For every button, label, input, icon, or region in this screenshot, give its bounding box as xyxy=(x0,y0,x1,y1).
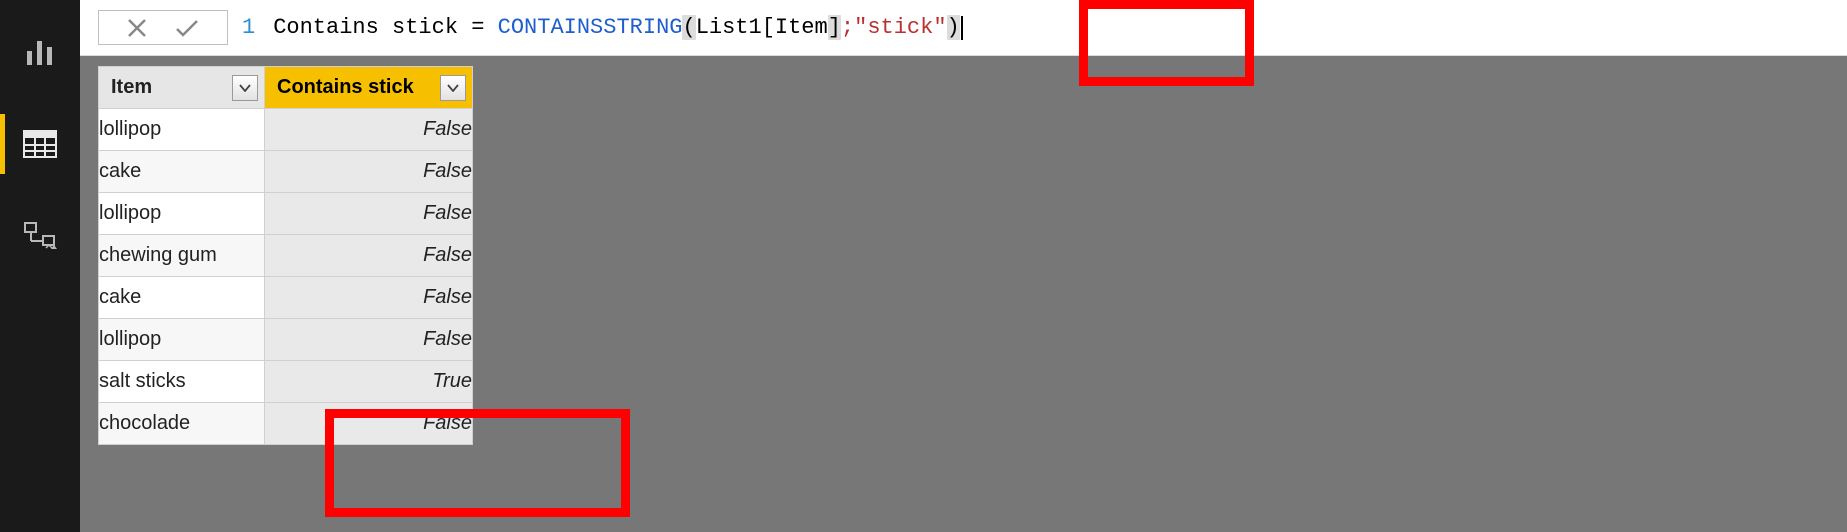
chevron-down-icon xyxy=(447,84,459,92)
cell-result[interactable]: False xyxy=(265,403,473,445)
table-row[interactable]: salt sticks True xyxy=(99,361,473,403)
column-header-item[interactable]: Item xyxy=(99,67,265,109)
column-header-label: Item xyxy=(111,76,152,99)
cell-item[interactable]: lollipop xyxy=(99,109,265,151)
cell-result[interactable]: False xyxy=(265,193,473,235)
main-area: 1 Contains stick = CONTAINSSTRING(List1[… xyxy=(80,0,1847,532)
cell-result[interactable]: True xyxy=(265,361,473,403)
cell-item[interactable]: chocolade xyxy=(99,403,265,445)
data-table: Item Contains stick xyxy=(98,66,473,445)
formula-bar-actions xyxy=(98,10,228,45)
filter-button-contains-stick[interactable] xyxy=(440,75,466,101)
cell-item[interactable]: salt sticks xyxy=(99,361,265,403)
cell-item[interactable]: lollipop xyxy=(99,319,265,361)
formula-open-paren: ( xyxy=(682,15,695,40)
formula-close-paren: ) xyxy=(947,15,960,40)
cancel-formula-button[interactable] xyxy=(126,17,148,39)
formula-arg1: List1[Item xyxy=(696,15,828,40)
formula-text-prefix: Contains stick = xyxy=(273,15,497,40)
table-row[interactable]: cake False xyxy=(99,277,473,319)
nav-data-view[interactable] xyxy=(0,114,80,174)
formula-arg2: ;"stick" xyxy=(841,15,947,40)
data-grid: Item Contains stick xyxy=(80,56,1847,532)
cell-result[interactable]: False xyxy=(265,277,473,319)
formula-line-number: 1 xyxy=(242,15,255,40)
cell-result[interactable]: False xyxy=(265,109,473,151)
filter-button-item[interactable] xyxy=(232,75,258,101)
table-row[interactable]: lollipop False xyxy=(99,319,473,361)
bar-chart-icon xyxy=(24,37,56,67)
table-row[interactable]: lollipop False xyxy=(99,109,473,151)
close-icon xyxy=(126,17,148,39)
text-caret xyxy=(961,16,963,40)
cell-result[interactable]: False xyxy=(265,235,473,277)
formula-bar: 1 Contains stick = CONTAINSSTRING(List1[… xyxy=(80,0,1847,56)
table-icon xyxy=(23,130,57,158)
cell-item[interactable]: cake xyxy=(99,151,265,193)
table-row[interactable]: chewing gum False xyxy=(99,235,473,277)
column-header-label: Contains stick xyxy=(277,76,414,99)
chevron-down-icon xyxy=(239,84,251,92)
table-row[interactable]: cake False xyxy=(99,151,473,193)
nav-model-view[interactable] xyxy=(0,206,80,266)
table-row[interactable]: lollipop False xyxy=(99,193,473,235)
table-row[interactable]: chocolade False xyxy=(99,403,473,445)
column-header-contains-stick[interactable]: Contains stick xyxy=(265,67,473,109)
formula-function-name: CONTAINSSTRING xyxy=(498,15,683,40)
formula-editor[interactable]: 1 Contains stick = CONTAINSSTRING(List1[… xyxy=(232,0,1847,55)
cell-item[interactable]: cake xyxy=(99,277,265,319)
cell-result[interactable]: False xyxy=(265,319,473,361)
cell-result[interactable]: False xyxy=(265,151,473,193)
model-icon xyxy=(23,221,57,251)
cell-item[interactable]: lollipop xyxy=(99,193,265,235)
cell-item[interactable]: chewing gum xyxy=(99,235,265,277)
formula-close-bracket: ] xyxy=(828,15,841,40)
left-nav-rail xyxy=(0,0,80,532)
commit-formula-button[interactable] xyxy=(174,17,200,39)
check-icon xyxy=(174,17,200,39)
nav-report-view[interactable] xyxy=(0,22,80,82)
